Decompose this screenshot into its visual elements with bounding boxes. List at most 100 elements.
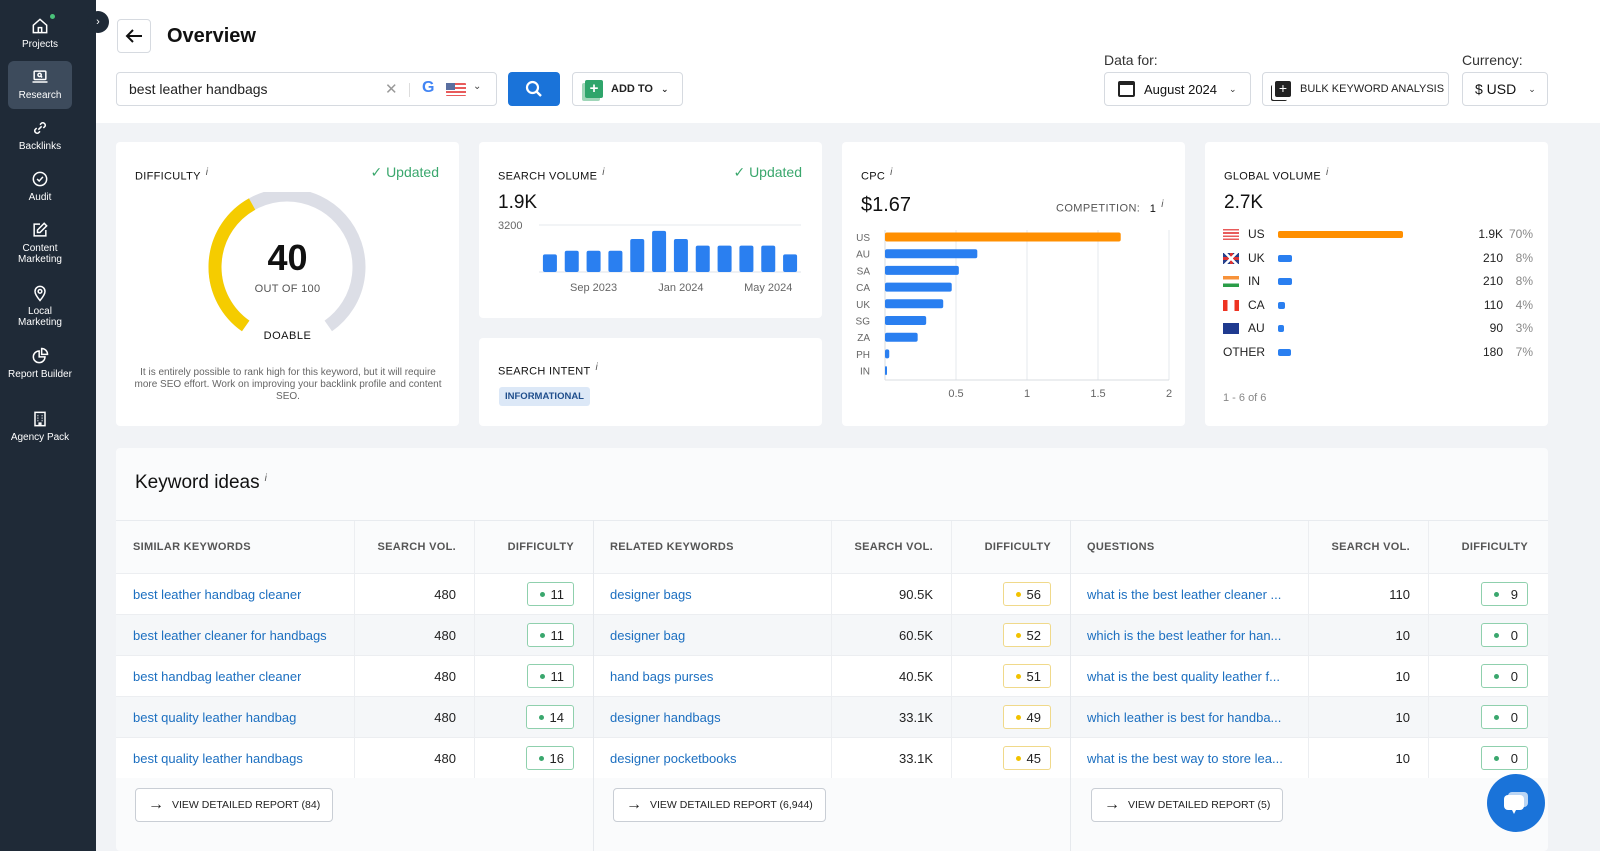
- volume-value: 210: [1482, 274, 1503, 288]
- table-row: hand bags purses 40.5K 51: [593, 655, 1071, 696]
- keyword-search-input[interactable]: [117, 81, 367, 97]
- keyword-link[interactable]: best quality leather handbags: [133, 751, 303, 766]
- search-volume-value: 480: [434, 709, 456, 725]
- difficulty-badge: 11: [526, 623, 574, 647]
- volume-bar[interactable]: [564, 250, 579, 272]
- keyword-link[interactable]: what is the best way to store lea...: [1087, 751, 1283, 766]
- keyword-link[interactable]: hand bags purses: [610, 669, 713, 684]
- table-header: QUESTIONS SEARCH VOL. DIFFICULTY: [1070, 520, 1548, 573]
- currency-label: Currency:: [1462, 52, 1523, 68]
- column-header-keyword[interactable]: SIMILAR KEYWORDS: [116, 521, 355, 573]
- sidebar-item-projects[interactable]: Projects: [8, 10, 72, 58]
- view-detailed-report-button[interactable]: → VIEW DETAILED REPORT (5): [1091, 788, 1284, 822]
- difficulty-dot-icon: [1015, 755, 1021, 761]
- keyword-link[interactable]: designer pocketbooks: [610, 751, 736, 766]
- difficulty-badge: 45: [1002, 746, 1051, 770]
- sidebar-item-research[interactable]: Research: [8, 61, 72, 109]
- updated-status: ✓ Updated: [370, 164, 439, 180]
- info-icon[interactable]: i: [1161, 199, 1164, 210]
- cpc-bar[interactable]: [885, 282, 952, 292]
- sidebar-item-local-marketing[interactable]: Local Marketing: [8, 277, 72, 333]
- global-volume-row: US 1.9K 70%: [1223, 226, 1533, 246]
- chat-support-button[interactable]: [1487, 774, 1545, 832]
- sidebar-item-content-marketing[interactable]: Content Marketing: [8, 214, 72, 270]
- cpc-bar[interactable]: [885, 249, 978, 259]
- keyword-link[interactable]: which leather is best for handba...: [1087, 710, 1281, 725]
- difficulty-badge: 16: [525, 746, 574, 770]
- cpc-bar[interactable]: [885, 349, 890, 359]
- volume-bar[interactable]: [673, 238, 688, 272]
- keyword-link[interactable]: designer handbags: [610, 710, 721, 725]
- volume-bar[interactable]: [652, 230, 667, 272]
- back-button[interactable]: [117, 19, 151, 53]
- view-detailed-report-button[interactable]: → VIEW DETAILED REPORT (6,944): [613, 788, 826, 822]
- cpc-bar[interactable]: [885, 366, 887, 376]
- cpc-bar[interactable]: [885, 316, 927, 325]
- keyword-link[interactable]: best quality leather handbag: [133, 710, 296, 725]
- volume-bar[interactable]: [783, 254, 798, 272]
- date-selector[interactable]: August 2024 ⌄: [1104, 72, 1251, 106]
- cpc-bar[interactable]: [885, 332, 918, 342]
- clear-search-icon[interactable]: ✕: [385, 80, 398, 98]
- difficulty-badge: 0: [1481, 746, 1528, 770]
- sidebar-item-report-builder[interactable]: Report Builder: [8, 340, 72, 396]
- database-dropdown-chevron[interactable]: ⌄: [473, 81, 481, 92]
- x-tick-label: 1.5: [1090, 388, 1105, 400]
- search-volume-value: 1.9K: [498, 192, 538, 213]
- info-icon[interactable]: i: [1326, 167, 1329, 178]
- volume-bar[interactable]: [630, 238, 645, 272]
- column-header-volume[interactable]: SEARCH VOL.: [355, 521, 475, 573]
- column-header-difficulty[interactable]: DIFFICULTY: [475, 521, 594, 573]
- info-icon[interactable]: i: [596, 362, 599, 373]
- column-header-difficulty[interactable]: DIFFICULTY: [952, 521, 1071, 573]
- info-icon[interactable]: i: [265, 473, 267, 484]
- volume-bar[interactable]: [695, 245, 710, 272]
- difficulty-badge: 52: [1002, 623, 1051, 647]
- y-category-label: AU: [856, 250, 870, 261]
- chevron-down-icon: ⌄: [1229, 83, 1237, 94]
- cpc-bar[interactable]: [885, 299, 944, 309]
- x-tick-label: 1: [1024, 388, 1030, 400]
- volume-value: 90: [1489, 321, 1503, 335]
- keyword-table: RELATED KEYWORDS SEARCH VOL. DIFFICULTY …: [593, 520, 1071, 778]
- sidebar-item-audit[interactable]: Audit: [8, 163, 72, 209]
- column-header-difficulty[interactable]: DIFFICULTY: [1429, 521, 1548, 573]
- keyword-link[interactable]: best handbag leather cleaner: [133, 669, 301, 684]
- volume-bar[interactable]: [608, 250, 623, 272]
- volume-bar[interactable]: [586, 250, 601, 272]
- sidebar-item-label: Projects: [21, 39, 59, 50]
- sidebar-expand-button[interactable]: ›: [87, 11, 109, 33]
- keyword-link[interactable]: best leather handbag cleaner: [133, 587, 301, 602]
- y-category-label: SG: [856, 317, 871, 328]
- info-icon[interactable]: i: [206, 167, 209, 178]
- sidebar-item-agency-pack[interactable]: Agency Pack: [8, 403, 72, 459]
- keyword-link[interactable]: which is the best leather for han...: [1087, 628, 1281, 643]
- volume-share-bar: [1278, 231, 1403, 238]
- column-header-keyword[interactable]: RELATED KEYWORDS: [593, 521, 832, 573]
- info-icon[interactable]: i: [602, 167, 605, 178]
- keyword-link[interactable]: best leather cleaner for handbags: [133, 628, 327, 643]
- add-to-button[interactable]: + ADD TO ⌄: [572, 72, 683, 106]
- keyword-link[interactable]: designer bags: [610, 587, 692, 602]
- column-header-volume[interactable]: SEARCH VOL.: [832, 521, 952, 573]
- volume-bar[interactable]: [717, 245, 732, 272]
- cpc-bar[interactable]: [885, 265, 959, 275]
- column-header-keyword[interactable]: QUESTIONS: [1070, 521, 1309, 573]
- table-row: which leather is best for handba... 10 0: [1070, 696, 1548, 737]
- view-detailed-report-button[interactable]: → VIEW DETAILED REPORT (84): [135, 788, 334, 822]
- keyword-link[interactable]: designer bag: [610, 628, 685, 643]
- volume-bar[interactable]: [542, 254, 557, 272]
- keyword-link[interactable]: what is the best quality leather f...: [1087, 669, 1280, 684]
- sidebar-item-backlinks[interactable]: Backlinks: [8, 112, 72, 158]
- volume-bar[interactable]: [761, 245, 776, 272]
- bulk-keyword-analysis-button[interactable]: + BULK KEYWORD ANALYSIS: [1262, 72, 1449, 106]
- country-code: CA: [1248, 297, 1265, 312]
- search-button[interactable]: [508, 72, 560, 106]
- keyword-link[interactable]: what is the best leather cleaner ...: [1087, 587, 1281, 602]
- volume-bar[interactable]: [739, 245, 754, 272]
- column-header-volume[interactable]: SEARCH VOL.: [1309, 521, 1429, 573]
- cpc-bar[interactable]: [885, 232, 1121, 242]
- info-icon[interactable]: i: [890, 167, 893, 178]
- currency-selector[interactable]: $ USD ⌄: [1462, 72, 1548, 106]
- table-row: what is the best way to store lea... 10 …: [1070, 737, 1548, 778]
